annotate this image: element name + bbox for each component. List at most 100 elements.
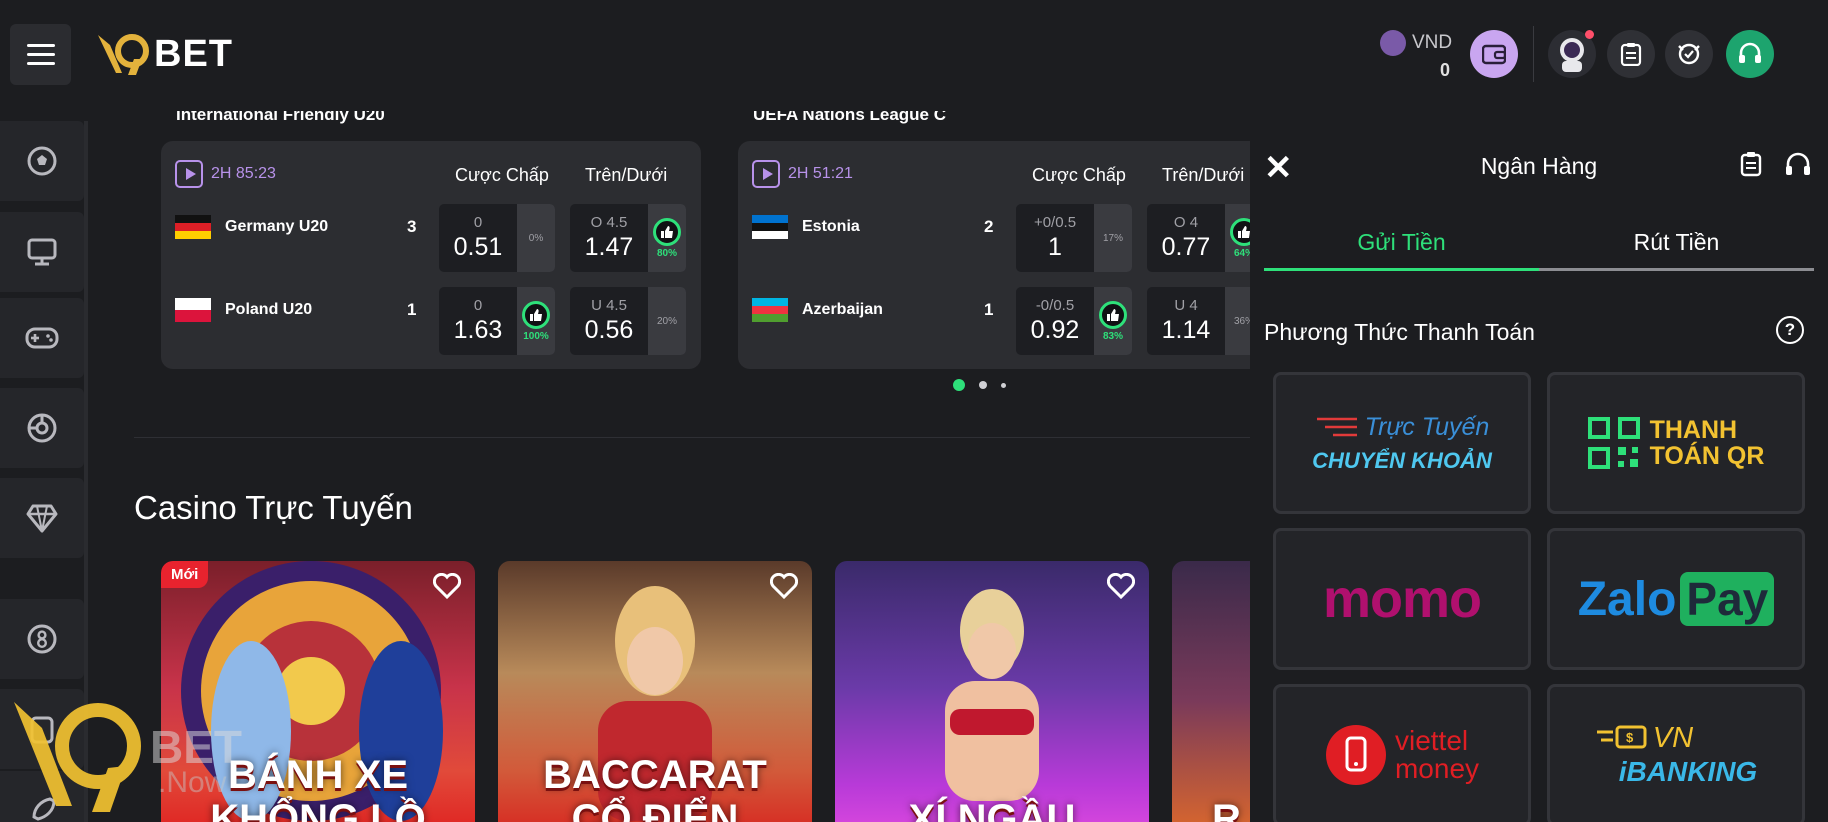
support-button[interactable] <box>1726 30 1774 78</box>
match-card[interactable]: 2H 85:23 Cược Chấp Trên/Dưới Germany U20… <box>161 141 701 369</box>
viettel-bottom: money <box>1394 753 1480 784</box>
qr-top: THANH <box>1649 416 1738 444</box>
monitor-icon <box>27 238 57 266</box>
team-name: Germany U20 <box>225 218 329 235</box>
bet-percentage: 83% <box>1102 330 1123 342</box>
bet-percentage: 36% <box>1233 315 1250 327</box>
odds-button[interactable]: 0 0.51 0% <box>439 204 555 272</box>
tab-deposit[interactable]: Gửi Tiền <box>1264 213 1539 271</box>
heart-icon[interactable] <box>1107 573 1135 599</box>
odds-button[interactable]: +0/0.5 1 17% <box>1016 204 1132 272</box>
azerbaijan-flag-icon <box>752 298 788 322</box>
svg-text:$: $ <box>1626 730 1634 745</box>
soccer-ball-icon <box>27 146 57 176</box>
team-name: Estonia <box>802 218 860 235</box>
heart-icon[interactable] <box>433 573 461 599</box>
odds-button[interactable]: O 4.5 1.47 80% <box>570 204 686 272</box>
heart-icon[interactable] <box>770 573 798 599</box>
sidebar-item-games[interactable] <box>0 298 84 378</box>
momo-logo: momo <box>1323 569 1482 629</box>
sidebar-item-lottery[interactable] <box>0 599 84 679</box>
odds-button[interactable]: -0/0.5 0.92 83% <box>1016 287 1132 355</box>
team-name: Poland U20 <box>225 301 313 318</box>
odds-button[interactable]: 0 1.63 100% <box>439 287 555 355</box>
payment-method-qr[interactable]: THANH TOÁN QR <box>1547 372 1805 514</box>
game-card[interactable]: XÍ NGẦU <box>835 561 1149 822</box>
sidebar-item-esports[interactable] <box>0 388 84 468</box>
payment-method-vn-ibanking[interactable]: $ VN iBANKING <box>1547 684 1805 822</box>
notification-dot <box>1585 30 1594 39</box>
carousel-dots <box>953 379 1006 391</box>
history-button[interactable] <box>1607 30 1655 78</box>
team-row: Estonia <box>752 207 1002 247</box>
qr-label: THANH TOÁN QR <box>1650 417 1765 469</box>
team-row: Poland U20 <box>175 290 425 330</box>
match-time: 2H 51:21 <box>788 165 853 182</box>
lottery-ball-icon <box>27 624 57 654</box>
game-card[interactable]: R <box>1172 561 1250 822</box>
match-time: 2H 85:23 <box>211 165 276 182</box>
headset-icon <box>1786 152 1810 175</box>
live-play-icon <box>175 160 203 188</box>
v9-watermark-icon <box>14 702 141 812</box>
over-under-header: Trên/Dưới <box>1162 165 1245 185</box>
hamburger-menu-button[interactable] <box>10 24 71 85</box>
odds-value: 1.14 <box>1161 316 1211 344</box>
vn-bottom: iBANKING <box>1618 756 1758 787</box>
bet-percentage: 0% <box>528 232 544 244</box>
section-divider <box>134 437 1250 438</box>
user-avatar[interactable] <box>1548 30 1596 78</box>
carousel-dot[interactable] <box>1001 382 1006 388</box>
transaction-history-button[interactable] <box>1740 151 1762 182</box>
watermark-subtext: .Now <box>158 766 227 799</box>
payment-method-zalopay[interactable]: Zalo Pay <box>1547 528 1805 670</box>
new-badge: Mới <box>161 561 209 588</box>
qr-bottom: TOÁN QR <box>1649 442 1765 470</box>
viettel-label: viettel money <box>1395 727 1479 783</box>
odds-line: +0/0.5 <box>1033 214 1077 231</box>
help-icon[interactable]: ? <box>1776 316 1804 344</box>
match-card[interactable]: 2H 51:21 Cược Chấp Trên/Dưới Estonia 2 A… <box>738 141 1250 369</box>
game-card[interactable]: BACCARAT CỔ ĐIỂN <box>498 561 812 822</box>
thumbs-up-icon <box>522 300 550 329</box>
tab-withdraw[interactable]: Rút Tiền <box>1539 213 1814 271</box>
league-name: UEFA Nations League C <box>753 111 947 124</box>
team-row: Azerbaijan <box>752 290 1002 330</box>
odds-value: 0.51 <box>453 233 503 261</box>
payment-method-momo[interactable]: momo <box>1273 528 1531 670</box>
odds-button[interactable]: U 4 1.14 36% <box>1147 287 1250 355</box>
sidebar-item-vip[interactable] <box>0 478 84 558</box>
wallet-icon <box>1482 44 1506 65</box>
online-transfer-bottom: CHUYỂN KHOẢN <box>1312 447 1492 473</box>
odds-line: -0/0.5 <box>1035 297 1075 314</box>
casino-section-title: Casino Trực Tuyến <box>134 489 413 526</box>
watermark-logo: BET .Now <box>10 688 260 818</box>
menu-line <box>26 44 55 47</box>
balance-value: 0 <box>1440 60 1451 80</box>
header-divider <box>1533 26 1534 82</box>
promotions-button[interactable] <box>1665 30 1713 78</box>
team-name: Azerbaijan <box>802 301 883 318</box>
odds-button[interactable]: U 4.5 0.56 20% <box>570 287 686 355</box>
odds-value: 1.63 <box>453 316 503 344</box>
odds-button[interactable]: O 4 0.77 64% <box>1147 204 1250 272</box>
diamond-icon <box>26 504 58 533</box>
brand-logo[interactable]: BET <box>96 26 233 82</box>
clipboard-icon <box>1620 43 1642 66</box>
sidebar-item-live-casino[interactable] <box>0 212 84 292</box>
carousel-dot[interactable] <box>979 381 987 389</box>
sidebar-item-sports[interactable] <box>0 121 84 201</box>
payment-method-viettel-money[interactable]: viettel money <box>1273 684 1531 822</box>
menu-line <box>26 62 55 65</box>
app-root: BET VND 0 International Friendly U20 2H … <box>0 0 1828 822</box>
currency-selector[interactable]: VND <box>1380 30 1452 56</box>
wallet-button[interactable] <box>1470 30 1518 78</box>
dice-artwork <box>945 589 1039 801</box>
odds-line: U 4.5 <box>591 297 627 314</box>
game-title: BACCARAT CỔ ĐIỂN <box>498 753 812 822</box>
payment-method-online-transfer[interactable]: Trực Tuyến CHUYỂN KHOẢN <box>1273 372 1531 514</box>
panel-support-button[interactable] <box>1784 151 1812 182</box>
carousel-dot-active[interactable] <box>953 379 965 391</box>
top-header: BET VND 0 <box>0 0 1828 111</box>
bet-percentage: 20% <box>656 315 677 327</box>
